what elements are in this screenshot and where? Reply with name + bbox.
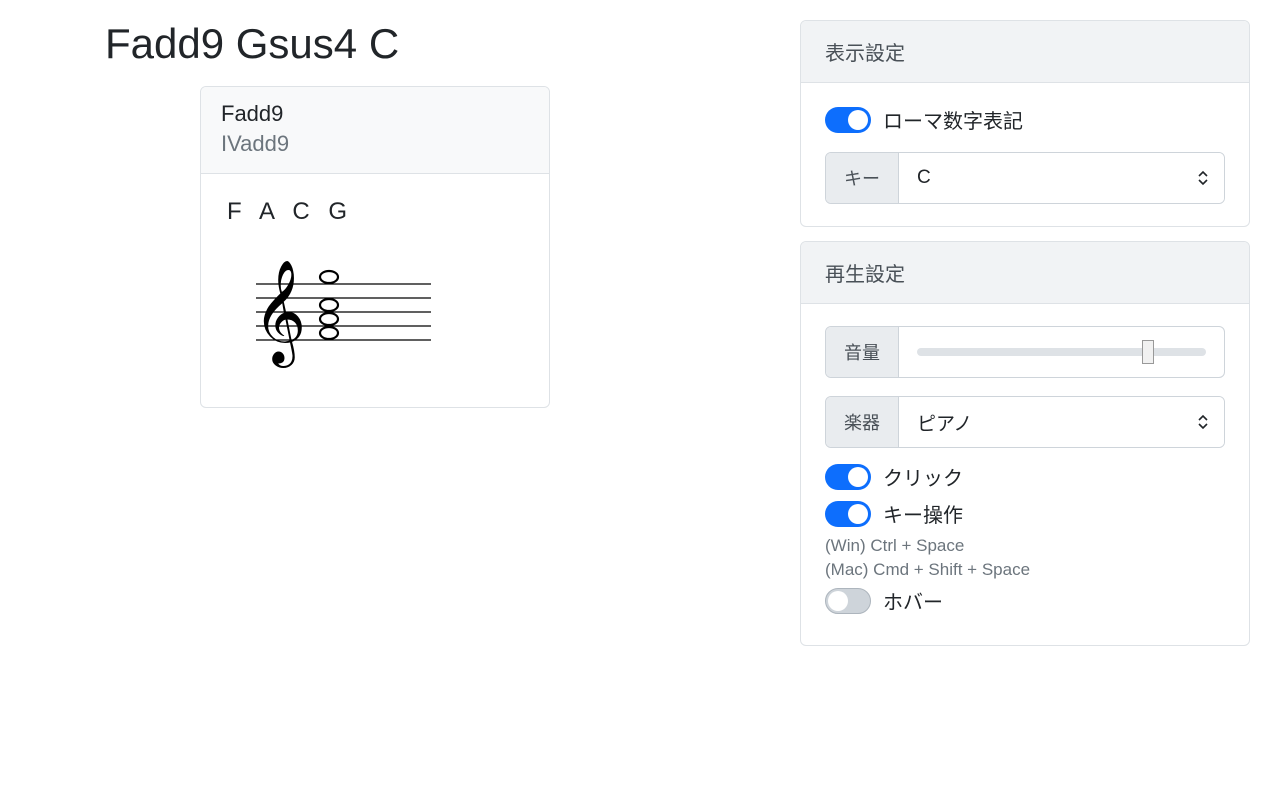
chord-progression-title: Fadd9 Gsus4 C: [105, 20, 590, 68]
click-toggle[interactable]: [825, 464, 871, 490]
volume-label: 音量: [826, 327, 899, 377]
instrument-select[interactable]: ピアノ: [899, 397, 1224, 447]
chord-notes: F A C G: [227, 198, 529, 226]
playback-settings-header: 再生設定: [801, 242, 1249, 304]
key-select-group: キー C: [825, 152, 1225, 204]
playback-settings-panel: 再生設定 音量 楽器 ピアノ: [800, 241, 1250, 646]
volume-group: 音量: [825, 326, 1225, 378]
volume-slider[interactable]: [917, 348, 1206, 356]
roman-numeral-toggle-label: ローマ数字表記: [883, 105, 1023, 134]
key-select-value: C: [917, 167, 931, 189]
instrument-select-label: 楽器: [826, 397, 899, 447]
chord-name: Fadd9: [221, 101, 529, 127]
volume-slider-thumb[interactable]: [1142, 340, 1154, 364]
chord-card[interactable]: Fadd9 IVadd9 F A C G 𝄞: [200, 86, 550, 408]
display-settings-header: 表示設定: [801, 21, 1249, 83]
key-operation-toggle-label: キー操作: [883, 499, 963, 528]
shortcut-hint-win: (Win) Ctrl + Space: [825, 536, 1225, 556]
hover-toggle[interactable]: [825, 588, 871, 614]
chevron-updown-icon: [1198, 170, 1208, 186]
roman-numeral-toggle[interactable]: [825, 107, 871, 133]
music-staff: 𝄞: [221, 254, 529, 379]
staff-notation-icon: 𝄞: [221, 254, 441, 374]
instrument-select-group: 楽器 ピアノ: [825, 396, 1225, 448]
chord-card-header: Fadd9 IVadd9: [201, 87, 549, 174]
key-select-label: キー: [826, 153, 899, 203]
shortcut-hint-mac: (Mac) Cmd + Shift + Space: [825, 560, 1225, 580]
display-settings-panel: 表示設定 ローマ数字表記 キー C: [800, 20, 1250, 227]
hover-toggle-label: ホバー: [883, 586, 943, 615]
chevron-updown-icon: [1198, 414, 1208, 430]
key-operation-toggle[interactable]: [825, 501, 871, 527]
chord-roman-numeral: IVadd9: [221, 131, 529, 157]
click-toggle-label: クリック: [883, 462, 963, 491]
instrument-select-value: ピアノ: [917, 409, 972, 436]
svg-text:𝄞: 𝄞: [253, 261, 306, 368]
key-select[interactable]: C: [899, 153, 1224, 203]
